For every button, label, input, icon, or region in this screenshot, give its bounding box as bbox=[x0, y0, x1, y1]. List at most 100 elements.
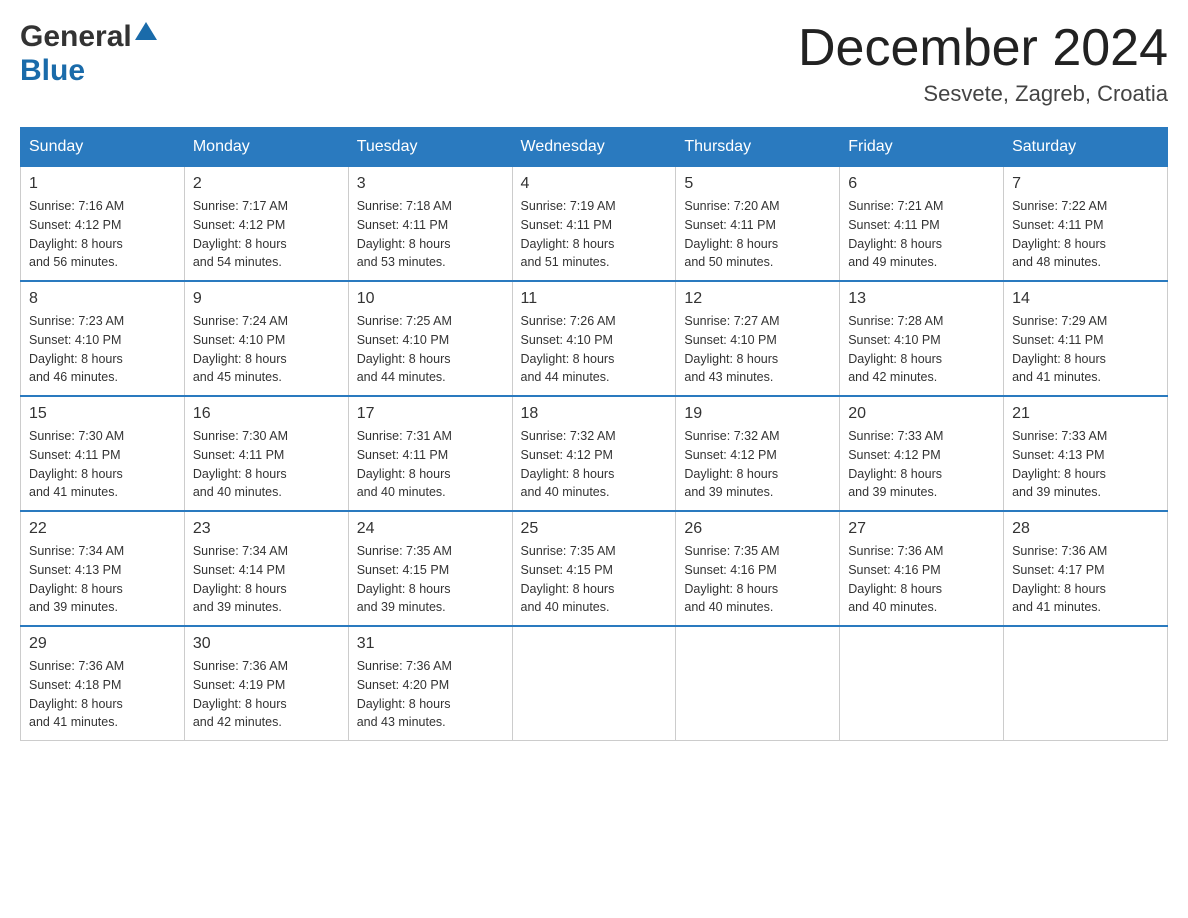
col-header-thursday: Thursday bbox=[676, 128, 840, 167]
day-info: Sunrise: 7:28 AM Sunset: 4:10 PM Dayligh… bbox=[848, 312, 995, 387]
calendar-week-row: 8 Sunrise: 7:23 AM Sunset: 4:10 PM Dayli… bbox=[21, 281, 1168, 396]
calendar-cell: 19 Sunrise: 7:32 AM Sunset: 4:12 PM Dayl… bbox=[676, 396, 840, 511]
calendar-cell: 9 Sunrise: 7:24 AM Sunset: 4:10 PM Dayli… bbox=[184, 281, 348, 396]
calendar-cell: 22 Sunrise: 7:34 AM Sunset: 4:13 PM Dayl… bbox=[21, 511, 185, 626]
day-info: Sunrise: 7:18 AM Sunset: 4:11 PM Dayligh… bbox=[357, 197, 504, 272]
day-info: Sunrise: 7:31 AM Sunset: 4:11 PM Dayligh… bbox=[357, 427, 504, 502]
day-number: 6 bbox=[848, 175, 995, 193]
day-info: Sunrise: 7:33 AM Sunset: 4:13 PM Dayligh… bbox=[1012, 427, 1159, 502]
day-info: Sunrise: 7:36 AM Sunset: 4:20 PM Dayligh… bbox=[357, 657, 504, 732]
calendar-cell bbox=[1004, 626, 1168, 741]
day-info: Sunrise: 7:34 AM Sunset: 4:13 PM Dayligh… bbox=[29, 542, 176, 617]
logo: General Blue bbox=[20, 20, 157, 88]
calendar-cell: 7 Sunrise: 7:22 AM Sunset: 4:11 PM Dayli… bbox=[1004, 167, 1168, 282]
calendar-cell: 17 Sunrise: 7:31 AM Sunset: 4:11 PM Dayl… bbox=[348, 396, 512, 511]
day-info: Sunrise: 7:32 AM Sunset: 4:12 PM Dayligh… bbox=[521, 427, 668, 502]
location: Sesvete, Zagreb, Croatia bbox=[798, 81, 1168, 107]
calendar-cell bbox=[512, 626, 676, 741]
calendar-cell: 6 Sunrise: 7:21 AM Sunset: 4:11 PM Dayli… bbox=[840, 167, 1004, 282]
day-number: 26 bbox=[684, 520, 831, 538]
calendar-cell: 25 Sunrise: 7:35 AM Sunset: 4:15 PM Dayl… bbox=[512, 511, 676, 626]
day-info: Sunrise: 7:35 AM Sunset: 4:16 PM Dayligh… bbox=[684, 542, 831, 617]
day-number: 19 bbox=[684, 405, 831, 423]
day-number: 10 bbox=[357, 290, 504, 308]
day-number: 22 bbox=[29, 520, 176, 538]
day-info: Sunrise: 7:34 AM Sunset: 4:14 PM Dayligh… bbox=[193, 542, 340, 617]
day-info: Sunrise: 7:36 AM Sunset: 4:18 PM Dayligh… bbox=[29, 657, 176, 732]
calendar-cell: 30 Sunrise: 7:36 AM Sunset: 4:19 PM Dayl… bbox=[184, 626, 348, 741]
day-info: Sunrise: 7:36 AM Sunset: 4:17 PM Dayligh… bbox=[1012, 542, 1159, 617]
calendar-cell: 23 Sunrise: 7:34 AM Sunset: 4:14 PM Dayl… bbox=[184, 511, 348, 626]
day-info: Sunrise: 7:35 AM Sunset: 4:15 PM Dayligh… bbox=[357, 542, 504, 617]
calendar-cell: 31 Sunrise: 7:36 AM Sunset: 4:20 PM Dayl… bbox=[348, 626, 512, 741]
calendar-cell: 21 Sunrise: 7:33 AM Sunset: 4:13 PM Dayl… bbox=[1004, 396, 1168, 511]
col-header-friday: Friday bbox=[840, 128, 1004, 167]
day-number: 18 bbox=[521, 405, 668, 423]
day-info: Sunrise: 7:17 AM Sunset: 4:12 PM Dayligh… bbox=[193, 197, 340, 272]
day-number: 7 bbox=[1012, 175, 1159, 193]
logo-blue: Blue bbox=[20, 54, 85, 87]
calendar-cell: 28 Sunrise: 7:36 AM Sunset: 4:17 PM Dayl… bbox=[1004, 511, 1168, 626]
calendar-week-row: 22 Sunrise: 7:34 AM Sunset: 4:13 PM Dayl… bbox=[21, 511, 1168, 626]
day-info: Sunrise: 7:26 AM Sunset: 4:10 PM Dayligh… bbox=[521, 312, 668, 387]
calendar-week-row: 1 Sunrise: 7:16 AM Sunset: 4:12 PM Dayli… bbox=[21, 167, 1168, 282]
col-header-tuesday: Tuesday bbox=[348, 128, 512, 167]
col-header-sunday: Sunday bbox=[21, 128, 185, 167]
day-info: Sunrise: 7:20 AM Sunset: 4:11 PM Dayligh… bbox=[684, 197, 831, 272]
day-number: 27 bbox=[848, 520, 995, 538]
calendar-cell: 8 Sunrise: 7:23 AM Sunset: 4:10 PM Dayli… bbox=[21, 281, 185, 396]
day-info: Sunrise: 7:35 AM Sunset: 4:15 PM Dayligh… bbox=[521, 542, 668, 617]
day-number: 5 bbox=[684, 175, 831, 193]
calendar-cell: 3 Sunrise: 7:18 AM Sunset: 4:11 PM Dayli… bbox=[348, 167, 512, 282]
calendar-cell: 4 Sunrise: 7:19 AM Sunset: 4:11 PM Dayli… bbox=[512, 167, 676, 282]
calendar-table: SundayMondayTuesdayWednesdayThursdayFrid… bbox=[20, 127, 1168, 741]
calendar-cell: 20 Sunrise: 7:33 AM Sunset: 4:12 PM Dayl… bbox=[840, 396, 1004, 511]
day-number: 13 bbox=[848, 290, 995, 308]
calendar-cell: 26 Sunrise: 7:35 AM Sunset: 4:16 PM Dayl… bbox=[676, 511, 840, 626]
calendar-cell: 11 Sunrise: 7:26 AM Sunset: 4:10 PM Dayl… bbox=[512, 281, 676, 396]
day-info: Sunrise: 7:33 AM Sunset: 4:12 PM Dayligh… bbox=[848, 427, 995, 502]
day-number: 14 bbox=[1012, 290, 1159, 308]
day-info: Sunrise: 7:27 AM Sunset: 4:10 PM Dayligh… bbox=[684, 312, 831, 387]
day-info: Sunrise: 7:21 AM Sunset: 4:11 PM Dayligh… bbox=[848, 197, 995, 272]
day-info: Sunrise: 7:25 AM Sunset: 4:10 PM Dayligh… bbox=[357, 312, 504, 387]
calendar-cell: 13 Sunrise: 7:28 AM Sunset: 4:10 PM Dayl… bbox=[840, 281, 1004, 396]
col-header-monday: Monday bbox=[184, 128, 348, 167]
month-title: December 2024 bbox=[798, 20, 1168, 77]
day-number: 28 bbox=[1012, 520, 1159, 538]
day-number: 17 bbox=[357, 405, 504, 423]
col-header-saturday: Saturday bbox=[1004, 128, 1168, 167]
day-number: 24 bbox=[357, 520, 504, 538]
day-number: 21 bbox=[1012, 405, 1159, 423]
calendar-cell: 24 Sunrise: 7:35 AM Sunset: 4:15 PM Dayl… bbox=[348, 511, 512, 626]
calendar-cell: 27 Sunrise: 7:36 AM Sunset: 4:16 PM Dayl… bbox=[840, 511, 1004, 626]
calendar-cell: 10 Sunrise: 7:25 AM Sunset: 4:10 PM Dayl… bbox=[348, 281, 512, 396]
day-info: Sunrise: 7:24 AM Sunset: 4:10 PM Dayligh… bbox=[193, 312, 340, 387]
calendar-cell: 29 Sunrise: 7:36 AM Sunset: 4:18 PM Dayl… bbox=[21, 626, 185, 741]
day-info: Sunrise: 7:19 AM Sunset: 4:11 PM Dayligh… bbox=[521, 197, 668, 272]
day-info: Sunrise: 7:36 AM Sunset: 4:19 PM Dayligh… bbox=[193, 657, 340, 732]
calendar-cell: 16 Sunrise: 7:30 AM Sunset: 4:11 PM Dayl… bbox=[184, 396, 348, 511]
day-info: Sunrise: 7:32 AM Sunset: 4:12 PM Dayligh… bbox=[684, 427, 831, 502]
day-number: 1 bbox=[29, 175, 176, 193]
day-number: 8 bbox=[29, 290, 176, 308]
day-number: 30 bbox=[193, 635, 340, 653]
calendar-cell: 18 Sunrise: 7:32 AM Sunset: 4:12 PM Dayl… bbox=[512, 396, 676, 511]
calendar-cell: 5 Sunrise: 7:20 AM Sunset: 4:11 PM Dayli… bbox=[676, 167, 840, 282]
day-info: Sunrise: 7:23 AM Sunset: 4:10 PM Dayligh… bbox=[29, 312, 176, 387]
day-info: Sunrise: 7:30 AM Sunset: 4:11 PM Dayligh… bbox=[29, 427, 176, 502]
calendar-week-row: 15 Sunrise: 7:30 AM Sunset: 4:11 PM Dayl… bbox=[21, 396, 1168, 511]
calendar-cell: 1 Sunrise: 7:16 AM Sunset: 4:12 PM Dayli… bbox=[21, 167, 185, 282]
calendar-cell: 12 Sunrise: 7:27 AM Sunset: 4:10 PM Dayl… bbox=[676, 281, 840, 396]
calendar-cell: 2 Sunrise: 7:17 AM Sunset: 4:12 PM Dayli… bbox=[184, 167, 348, 282]
title-section: December 2024 Sesvete, Zagreb, Croatia bbox=[798, 20, 1168, 107]
day-number: 12 bbox=[684, 290, 831, 308]
calendar-cell: 15 Sunrise: 7:30 AM Sunset: 4:11 PM Dayl… bbox=[21, 396, 185, 511]
calendar-cell bbox=[840, 626, 1004, 741]
day-number: 9 bbox=[193, 290, 340, 308]
day-info: Sunrise: 7:22 AM Sunset: 4:11 PM Dayligh… bbox=[1012, 197, 1159, 272]
logo-triangle bbox=[135, 22, 157, 45]
calendar-cell: 14 Sunrise: 7:29 AM Sunset: 4:11 PM Dayl… bbox=[1004, 281, 1168, 396]
day-number: 15 bbox=[29, 405, 176, 423]
day-info: Sunrise: 7:30 AM Sunset: 4:11 PM Dayligh… bbox=[193, 427, 340, 502]
